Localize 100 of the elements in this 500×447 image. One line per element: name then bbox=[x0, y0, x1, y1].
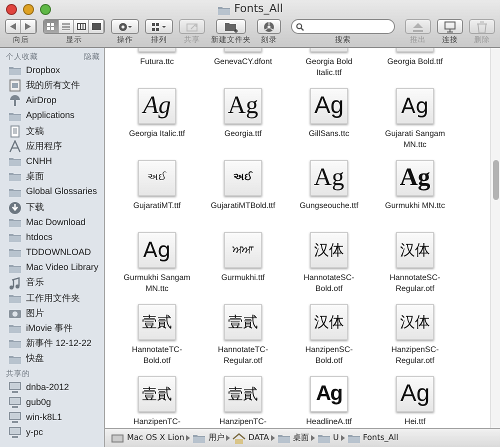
view-mode-button[interactable] bbox=[44, 20, 59, 33]
sidebar-item[interactable]: Global Glossaries bbox=[0, 184, 104, 200]
file-name[interactable]: HannotateTC-Bold.otf bbox=[121, 345, 193, 366]
font-file-icon[interactable]: 汉体 bbox=[396, 232, 434, 268]
file-icon bbox=[8, 79, 22, 92]
path-item[interactable]: Fonts_All bbox=[346, 432, 398, 444]
file-name[interactable]: Georgia Italic.ttf bbox=[121, 129, 193, 140]
sidebar-item[interactable]: Applications bbox=[0, 108, 104, 124]
forward-button[interactable] bbox=[21, 20, 36, 33]
path-item[interactable]: U bbox=[316, 432, 339, 444]
font-file-icon[interactable]: Ag bbox=[310, 160, 348, 196]
font-file-icon[interactable]: Ag bbox=[310, 376, 348, 412]
scrollbar-thumb[interactable] bbox=[493, 160, 499, 200]
file-name[interactable]: HeadlineA.ttf bbox=[293, 417, 365, 428]
file-name[interactable]: GillSans.ttc bbox=[293, 129, 365, 140]
font-file-icon[interactable]: અઈ bbox=[138, 160, 176, 196]
newfolder-button[interactable] bbox=[216, 19, 246, 34]
file-name[interactable]: HannotateSC-Bold.otf bbox=[293, 273, 365, 294]
sidebar-item[interactable]: 工作用文件夹 bbox=[0, 290, 104, 306]
font-file-icon[interactable]: Ag bbox=[224, 88, 262, 124]
file-name[interactable]: HanzipenTC- bbox=[207, 417, 279, 428]
sidebar-item[interactable]: 图片 bbox=[0, 306, 104, 322]
file-name[interactable]: HannotateTC-Regular.otf bbox=[207, 345, 279, 366]
zoom-button[interactable] bbox=[40, 4, 51, 15]
path-item[interactable]: Mac OS X Lion bbox=[111, 432, 184, 444]
file-name[interactable]: Hei.ttf bbox=[379, 417, 451, 428]
sidebar-item[interactable]: gub0g bbox=[0, 394, 104, 410]
burn-button[interactable] bbox=[257, 19, 281, 34]
sidebar-item[interactable]: htdocs bbox=[0, 230, 104, 246]
action-button[interactable] bbox=[111, 19, 139, 34]
file-name[interactable]: Gungseouche.ttf bbox=[293, 201, 365, 212]
folder-icon bbox=[8, 64, 22, 78]
file-name[interactable]: GujaratiMTBold.ttf bbox=[207, 201, 279, 212]
font-file-icon[interactable]: ਅਆ bbox=[224, 232, 262, 268]
path-item[interactable]: DATA bbox=[232, 432, 269, 444]
file-name[interactable]: Georgia.ttf bbox=[207, 129, 279, 140]
search-field[interactable] bbox=[291, 19, 395, 34]
file-name[interactable]: GujaratiMT.ttf bbox=[121, 201, 193, 212]
download-icon bbox=[8, 200, 22, 214]
font-file-icon[interactable]: Ag bbox=[396, 88, 434, 124]
font-file-icon[interactable]: 壹貳 bbox=[224, 376, 262, 412]
sidebar-item[interactable]: 文稿 bbox=[0, 124, 104, 139]
font-file-icon[interactable]: 汉体 bbox=[310, 232, 348, 268]
file-name[interactable]: Gurmukhi Sangam MN.ttc bbox=[121, 273, 193, 294]
connect-button[interactable] bbox=[437, 19, 463, 34]
file-name[interactable]: HanzipenSC-Regular.otf bbox=[379, 345, 451, 366]
sidebar-item[interactable]: Mac Video Library bbox=[0, 260, 104, 276]
back-button[interactable] bbox=[6, 20, 21, 33]
font-file-icon[interactable]: 汉体 bbox=[396, 304, 434, 340]
font-file-icon[interactable]: Ag bbox=[396, 160, 434, 196]
sidebar-item[interactable]: win-k8L1 bbox=[0, 410, 104, 426]
sidebar-item[interactable]: dnba-2012 bbox=[0, 380, 104, 395]
sidebar-item[interactable]: AirDrop bbox=[0, 93, 104, 109]
file-name[interactable]: HanzipenTC- bbox=[121, 417, 193, 428]
font-file-icon[interactable]: Ag bbox=[310, 88, 348, 124]
sidebar-item[interactable]: iMovie 事件 bbox=[0, 321, 104, 336]
navigation-control[interactable] bbox=[5, 19, 37, 34]
sidebar-item[interactable]: 音乐 bbox=[0, 276, 104, 291]
arrange-button[interactable] bbox=[145, 19, 173, 34]
file-name[interactable]: Gujarati Sangam MN.ttc bbox=[379, 129, 451, 150]
caret-icon bbox=[10, 23, 16, 30]
view-switcher[interactable] bbox=[43, 19, 105, 34]
folder-icon bbox=[224, 20, 238, 32]
font-file-icon[interactable]: અઈ bbox=[224, 160, 262, 196]
file-name[interactable]: Gurmukhi.ttf bbox=[207, 273, 279, 284]
file-name[interactable]: Georgia Bold Italic.ttf bbox=[293, 57, 365, 78]
font-file-icon[interactable]: 壹貳 bbox=[138, 376, 176, 412]
file-name[interactable]: Georgia Bold.ttf bbox=[379, 57, 451, 68]
cover-flow-icon bbox=[92, 23, 100, 30]
file-name[interactable]: Futura.ttc bbox=[121, 57, 193, 68]
font-file-icon[interactable]: Ag bbox=[138, 232, 176, 268]
sidebar-item[interactable]: TDDOWNLOAD bbox=[0, 245, 104, 260]
sidebar-item[interactable]: 我的所有文件 bbox=[0, 78, 104, 94]
view-mode-button[interactable] bbox=[74, 20, 89, 33]
minimize-button[interactable] bbox=[23, 4, 34, 15]
font-file-icon[interactable]: Ag bbox=[396, 376, 434, 412]
file-name[interactable]: GenevaCY.dfont bbox=[207, 57, 279, 68]
sidebar-item[interactable]: CNHH bbox=[0, 154, 104, 170]
folder-icon bbox=[8, 337, 22, 350]
caret-icon bbox=[25, 23, 31, 30]
path-item[interactable]: 用户 bbox=[192, 432, 224, 444]
path-item[interactable]: 桌面 bbox=[276, 432, 309, 444]
sidebar-item[interactable]: Mac Download bbox=[0, 214, 104, 230]
sidebar-item[interactable]: 下载 bbox=[0, 200, 104, 215]
sidebar-item[interactable]: 新事件 12-12-22 bbox=[0, 336, 104, 352]
sidebar-item[interactable]: 桌面 bbox=[0, 169, 104, 184]
close-button[interactable] bbox=[6, 4, 17, 15]
sidebar-item[interactable]: Dropbox bbox=[0, 63, 104, 78]
view-mode-button[interactable] bbox=[89, 20, 104, 33]
font-file-icon[interactable]: 汉体 bbox=[310, 304, 348, 340]
sidebar-item[interactable]: y-pc bbox=[0, 425, 104, 440]
font-file-icon[interactable]: Ag bbox=[138, 88, 176, 124]
file-name[interactable]: HannotateSC-Regular.otf bbox=[379, 273, 451, 294]
view-mode-button[interactable] bbox=[59, 20, 74, 33]
sidebar-item[interactable]: 应用程序 bbox=[0, 138, 104, 154]
font-file-icon[interactable]: 壹貳 bbox=[224, 304, 262, 340]
font-file-icon[interactable]: 壹貳 bbox=[138, 304, 176, 340]
sidebar-item[interactable]: 快盘 bbox=[0, 352, 104, 367]
file-name[interactable]: Gurmukhi MN.ttc bbox=[379, 201, 451, 212]
file-name[interactable]: HanzipenSC-Bold.otf bbox=[293, 345, 365, 366]
